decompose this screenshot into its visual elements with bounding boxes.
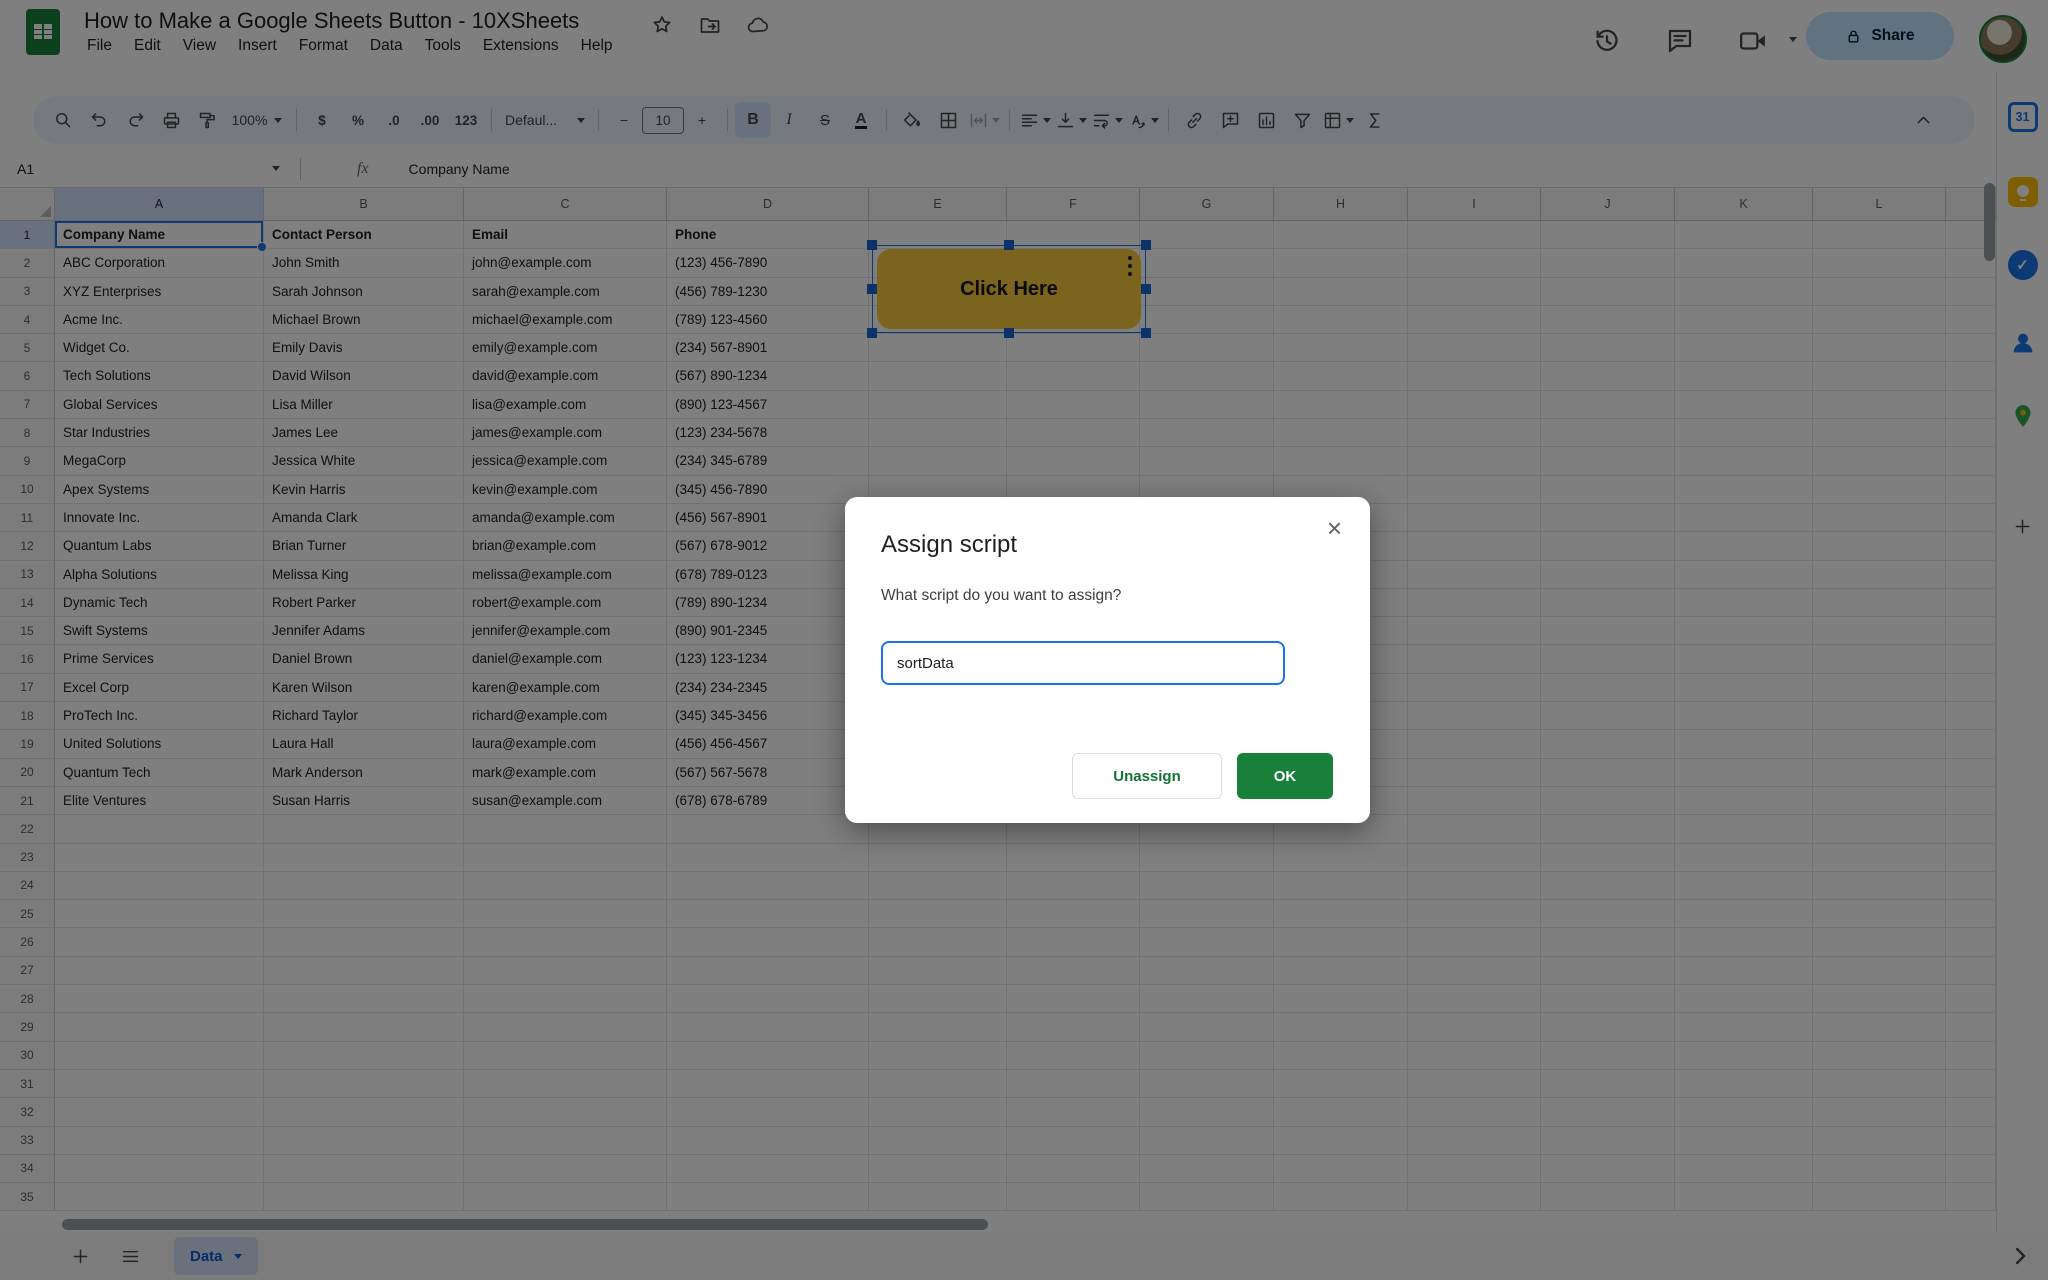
dialog-title: Assign script <box>881 531 1334 559</box>
script-name-input[interactable] <box>881 641 1285 685</box>
ok-button[interactable]: OK <box>1237 753 1333 799</box>
sheets-app: How to Make a Google Sheets Button - 10X… <box>0 0 2048 1280</box>
dialog-prompt: What script do you want to assign? <box>881 587 1334 605</box>
unassign-button[interactable]: Unassign <box>1072 753 1222 799</box>
assign-script-dialog: × Assign script What script do you want … <box>845 497 1370 823</box>
dialog-close-icon[interactable]: × <box>1327 515 1342 541</box>
dialog-actions: Unassign OK <box>1072 753 1333 799</box>
